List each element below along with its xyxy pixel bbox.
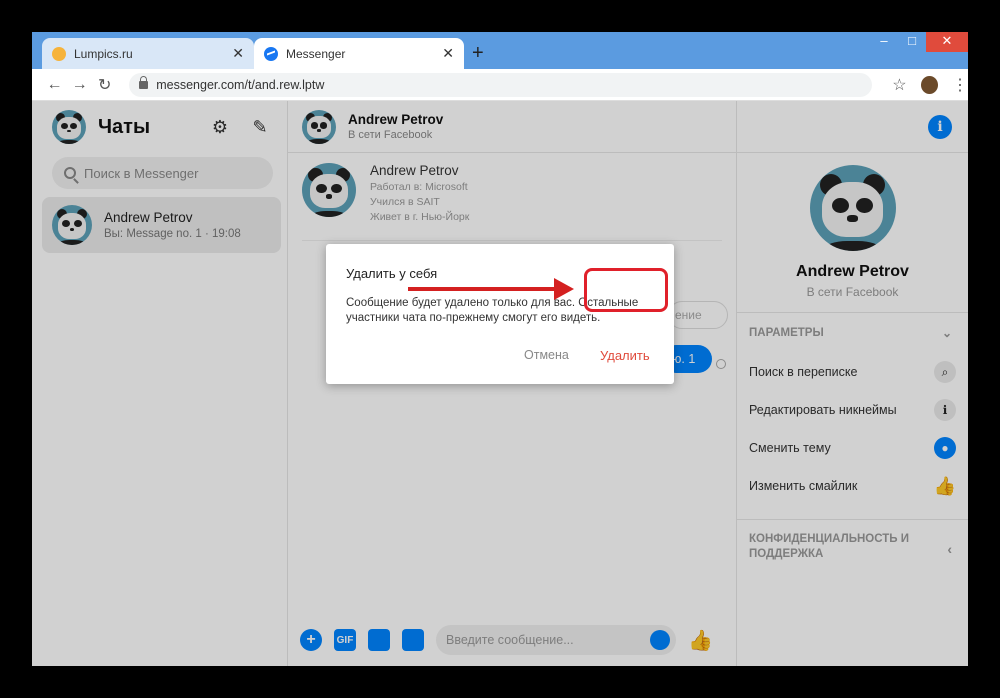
reload-button[interactable]: ↻ [92, 75, 117, 95]
title-bar: Lumpics.ru ✕ Messenger ✕ + – □ ✕ [32, 32, 968, 69]
lock-icon [139, 75, 149, 89]
delete-dialog: Удалить у себя Сообщение будет удалено т… [326, 244, 674, 384]
bookmark-star-icon[interactable]: ☆ [892, 75, 906, 95]
annotation-arrow-head [554, 278, 574, 300]
tab-messenger[interactable]: Messenger ✕ [254, 38, 464, 69]
new-tab-button[interactable]: + [472, 42, 484, 65]
close-tab-icon[interactable]: ✕ [442, 45, 454, 62]
window-controls: – □ ✕ [870, 32, 968, 52]
url-field[interactable]: messenger.com/t/and.rew.lptw [129, 72, 873, 97]
forward-button[interactable]: → [67, 76, 92, 94]
messenger-favicon-icon [264, 46, 278, 61]
delete-button[interactable]: Удалить [600, 348, 650, 363]
close-window-button[interactable]: ✕ [926, 32, 968, 52]
profile-avatar-icon[interactable] [920, 75, 938, 94]
close-tab-icon[interactable]: ✕ [232, 45, 244, 62]
lumpics-favicon-icon [52, 46, 66, 61]
cancel-button[interactable]: Отмена [524, 348, 569, 362]
address-bar: ← → ↻ messenger.com/t/and.rew.lptw ☆ ⋮ [32, 69, 968, 101]
url-text: messenger.com/t/and.rew.lptw [156, 77, 325, 92]
browser-window: Lumpics.ru ✕ Messenger ✕ + – □ ✕ ← → ↻ m… [32, 32, 968, 666]
annotation-highlight-box [584, 268, 668, 312]
annotation-arrow-shaft [408, 287, 558, 291]
dialog-title: Удалить у себя [346, 266, 438, 281]
minimize-button[interactable]: – [870, 32, 898, 52]
maximize-button[interactable]: □ [898, 32, 926, 52]
tab-title: Messenger [286, 46, 346, 61]
tab-title: Lumpics.ru [74, 46, 133, 61]
tab-lumpics[interactable]: Lumpics.ru ✕ [42, 38, 254, 69]
browser-menu-icon[interactable]: ⋮ [952, 75, 968, 95]
messenger-page: Чаты ⚙ ✎ Поиск в Messenger Andrew Petrov… [32, 101, 968, 666]
back-button[interactable]: ← [42, 76, 67, 94]
